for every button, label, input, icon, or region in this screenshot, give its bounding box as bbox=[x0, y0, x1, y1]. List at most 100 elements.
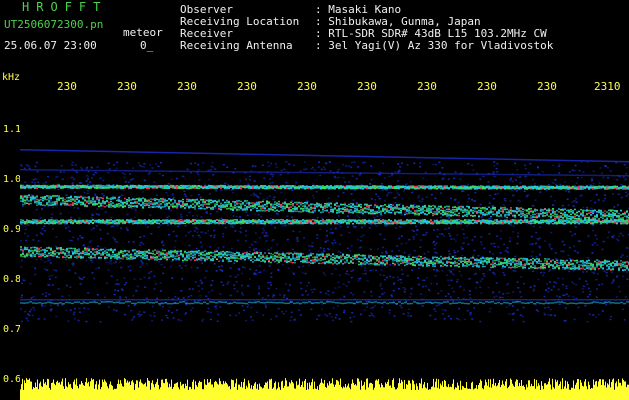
signal-pixel bbox=[572, 216, 574, 219]
noise-speck bbox=[222, 246, 225, 248]
noise-speck bbox=[184, 264, 187, 267]
signal-pixel bbox=[172, 198, 174, 200]
signal-pixel bbox=[120, 221, 122, 224]
noise-speck bbox=[468, 198, 471, 200]
noise-speck bbox=[224, 182, 227, 184]
noise-speck bbox=[379, 283, 382, 285]
noise-speck bbox=[532, 205, 535, 207]
faint-line bbox=[44, 299, 47, 301]
faint-line bbox=[59, 169, 62, 171]
signal-pixel bbox=[420, 212, 422, 214]
noise-speck bbox=[187, 231, 190, 234]
noise-speck bbox=[412, 236, 415, 238]
signal-pixel bbox=[248, 204, 250, 206]
noise-speck bbox=[388, 309, 391, 311]
faint-line bbox=[572, 159, 575, 162]
noise-speck bbox=[480, 216, 483, 218]
signal-pixel bbox=[336, 202, 338, 204]
signal-pixel bbox=[620, 209, 622, 212]
signal-pixel bbox=[54, 201, 56, 203]
faint-line bbox=[92, 299, 95, 301]
noise-speck bbox=[275, 315, 278, 318]
signal-pixel bbox=[570, 216, 572, 218]
faint-line bbox=[107, 150, 110, 153]
faint-line bbox=[320, 154, 323, 157]
noise-speck bbox=[479, 203, 482, 206]
noise-speck bbox=[194, 226, 197, 228]
signal-pixel bbox=[56, 199, 58, 201]
noise-speck bbox=[532, 290, 535, 292]
signal-pixel bbox=[88, 198, 90, 200]
signal-pixel bbox=[60, 197, 62, 200]
noise-speck bbox=[368, 315, 371, 317]
signal-pixel bbox=[80, 195, 82, 198]
noise-speck bbox=[115, 167, 118, 169]
noise-speck bbox=[99, 321, 102, 323]
signal-pixel bbox=[484, 210, 486, 212]
faint-line bbox=[125, 151, 128, 153]
noise-speck bbox=[544, 307, 547, 309]
x-tick-label: 2310 bbox=[594, 80, 621, 93]
noise-speck bbox=[77, 207, 79, 209]
faint-line bbox=[443, 299, 446, 301]
signal-pixel bbox=[88, 200, 90, 202]
faint-line bbox=[518, 158, 521, 161]
noise-speck bbox=[189, 162, 192, 165]
faint-line bbox=[479, 299, 482, 301]
signal-pixel bbox=[80, 203, 82, 206]
noise-speck bbox=[519, 176, 522, 178]
noise-speck bbox=[143, 276, 146, 279]
signal-pixel bbox=[396, 204, 398, 206]
noise-speck bbox=[153, 275, 156, 278]
signal-pixel bbox=[264, 204, 266, 206]
faint-line bbox=[425, 299, 428, 301]
noise-speck bbox=[343, 309, 346, 312]
faint-line bbox=[377, 156, 380, 158]
signal-pixel bbox=[366, 208, 368, 210]
noise-speck bbox=[545, 189, 548, 192]
noise-speck bbox=[127, 266, 130, 268]
signal-pixel bbox=[544, 208, 546, 210]
noise-speck bbox=[151, 167, 154, 169]
signal-pixel bbox=[314, 206, 316, 208]
signal-pixel bbox=[488, 210, 490, 212]
faint-line bbox=[344, 155, 347, 157]
noise-speck bbox=[77, 319, 80, 322]
faint-line bbox=[311, 299, 314, 301]
signal-pixel bbox=[118, 196, 120, 199]
faint-line bbox=[326, 155, 329, 157]
signal-pixel bbox=[118, 222, 120, 224]
noise-speck bbox=[320, 168, 323, 171]
noise-speck bbox=[584, 305, 587, 307]
noise-speck bbox=[338, 286, 341, 288]
signal-pixel bbox=[604, 215, 606, 217]
faint-line bbox=[116, 169, 119, 172]
noise-speck bbox=[449, 296, 452, 298]
noise-speck bbox=[199, 196, 202, 199]
noise-speck bbox=[542, 274, 545, 277]
signal-pixel bbox=[348, 203, 350, 206]
noise-speck bbox=[589, 200, 592, 202]
y-tick-label: 0.6 bbox=[3, 374, 22, 385]
noise-speck bbox=[373, 304, 376, 307]
faint-line bbox=[587, 160, 590, 162]
signal-pixel bbox=[228, 203, 230, 205]
noise-speck bbox=[174, 296, 177, 298]
faint-line bbox=[98, 169, 101, 172]
noise-speck bbox=[317, 314, 320, 317]
noise-speck bbox=[586, 320, 589, 323]
faint-line bbox=[524, 173, 527, 176]
signal-pixel bbox=[258, 202, 260, 204]
noise-speck bbox=[162, 272, 165, 275]
noise-speck bbox=[158, 172, 161, 175]
noise-speck bbox=[517, 232, 520, 234]
x-tick-label: 230 bbox=[117, 80, 137, 93]
noise-speck bbox=[185, 312, 187, 314]
noise-speck bbox=[621, 308, 624, 311]
signal-pixel bbox=[526, 210, 528, 212]
noise-speck bbox=[352, 269, 355, 271]
noise-speck bbox=[134, 209, 137, 211]
signal-pixel bbox=[94, 202, 96, 204]
noise-speck bbox=[184, 195, 187, 197]
signal-pixel bbox=[26, 196, 28, 198]
